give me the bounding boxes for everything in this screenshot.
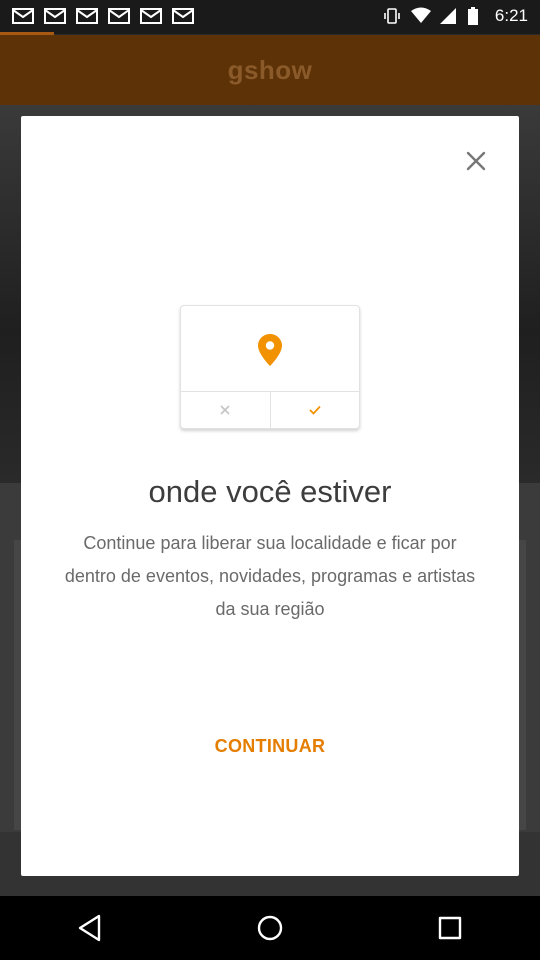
location-permission-dialog: onde você estiver Continue para liberar … — [21, 116, 519, 876]
cellular-icon — [439, 7, 457, 25]
battery-icon — [467, 7, 485, 25]
mail-icon — [140, 6, 162, 26]
illustration-buttons — [181, 391, 359, 428]
back-icon — [78, 914, 101, 942]
close-button[interactable] — [461, 146, 491, 176]
navigation-bar — [0, 896, 540, 960]
notification-icons — [12, 6, 194, 26]
continue-button[interactable]: CONTINUAR — [21, 736, 519, 757]
wifi-icon — [410, 7, 431, 25]
back-button[interactable] — [60, 898, 120, 958]
page-load-progress — [0, 32, 54, 35]
recents-icon — [438, 916, 462, 940]
close-icon — [466, 151, 486, 171]
illustration-allow — [271, 392, 360, 428]
dialog-title: onde você estiver — [148, 474, 392, 509]
app-header: gshow — [0, 35, 540, 105]
location-pin-icon — [258, 334, 282, 366]
app-logo: gshow — [227, 54, 313, 85]
mail-icon — [44, 6, 66, 26]
mail-icon — [76, 6, 98, 26]
status-time: 6:21 — [494, 6, 528, 25]
dialog-description: Continue para liberar sua localidade e f… — [64, 533, 476, 619]
status-right: 6:21 — [383, 6, 528, 26]
home-icon — [257, 915, 283, 941]
recents-button[interactable] — [420, 898, 480, 958]
home-button[interactable] — [240, 898, 300, 958]
mail-icon — [172, 6, 194, 26]
check-icon — [309, 405, 321, 415]
vibrate-icon — [383, 7, 401, 25]
illustration-deny — [181, 392, 271, 428]
location-illustration — [180, 305, 360, 429]
x-icon — [220, 405, 230, 415]
status-bar: 6:21 — [0, 0, 540, 35]
mail-icon — [108, 6, 130, 26]
mail-icon — [12, 6, 34, 26]
